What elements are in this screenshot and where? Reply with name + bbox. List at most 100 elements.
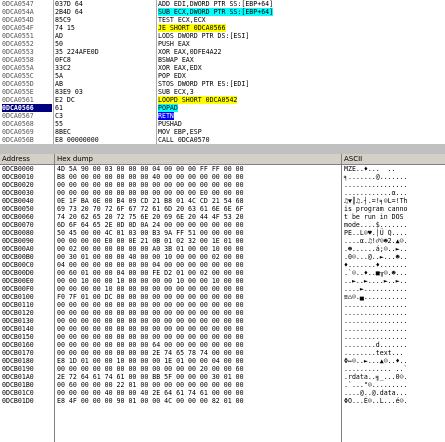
instruction-text: TEST ECX,ECX: [158, 16, 206, 24]
instruction-bytes: 2B4D 64: [55, 8, 83, 16]
instruction-text: LODS DWORD PTR DS:[ESI]: [158, 32, 250, 40]
dump-row[interactable]: 0DCB00C0 04 00 00 00 00 00 00 00 04 00 00…: [0, 261, 445, 269]
dump-row[interactable]: 0DCB0090 00 00 00 00 E0 00 0E 21 0B 01 02…: [0, 237, 445, 245]
dump-ascii: ................: [344, 309, 408, 317]
dump-row[interactable]: 0DCB0080 50 45 00 00 4C 01 03 00 B3 9A FF…: [0, 229, 445, 237]
disasm-row[interactable]: 0DCA0551 AD LODS DWORD PTR DS:[ESI]: [0, 32, 445, 40]
dump-row[interactable]: 0DCB00D0 00 60 01 00 00 04 00 00 FE D2 01…: [0, 269, 445, 277]
disasm-row[interactable]: 0DCA0568 55 PUSHAD: [0, 120, 445, 128]
disasm-row[interactable]: 0DCA0558 0FC8 BSWAP EAX: [0, 56, 445, 64]
dump-address: 0DCB0150: [2, 333, 34, 341]
dump-ascii: Φ↔☺..►...▲☺..♦..: [344, 357, 408, 365]
instruction-text: POP EDX: [158, 72, 186, 80]
disasm-row[interactable]: 0DCA0547 037D 64 ADD EDI,DWORD PTR SS:[EBP…: [0, 0, 445, 8]
instruction-text: PUSH EAX: [158, 40, 190, 48]
dump-hex-bytes: 00 60 00 00 00 22 01 00 00 00 00 00 00 0…: [57, 381, 244, 389]
dump-row[interactable]: 0DCB00A0 00 02 00 00 00 00 00 00 A0 3B 01…: [0, 245, 445, 253]
instruction-text: POPAD: [158, 104, 178, 112]
disasm-row[interactable]: 0DCA056B E8 00000000 CALL 0DCA0570: [0, 136, 445, 144]
dump-hex-bytes: 69 73 20 70 72 6F 67 72 61 6D 20 63 61 6…: [57, 205, 244, 213]
dump-row[interactable]: 0DCB01C0 00 00 00 00 40 00 00 40 2E 64 61…: [0, 389, 445, 397]
instruction-address: 0DCA0567: [2, 112, 34, 120]
instruction-address: 0DCA055E: [2, 88, 34, 96]
disasm-row[interactable]: 0DCA0561 E2 DC LOOPD SHORT 0DCA0542: [0, 96, 445, 104]
dump-address: 0DCB01C0: [2, 389, 34, 397]
dump-row[interactable]: 0DCB0130 00 00 00 00 00 00 00 00 00 00 00…: [0, 317, 445, 325]
disasm-row[interactable]: 0DCA0569 8BEC MOV EBP,ESP: [0, 128, 445, 136]
dump-ascii: ♦.......♦.......: [344, 261, 408, 269]
dump-hex-bytes: 4D 5A 90 00 03 00 00 00 04 00 00 00 FF F…: [57, 165, 244, 173]
dump-row[interactable]: 0DCB01A0 2E 72 64 61 74 61 00 00 BB 5F 00…: [0, 373, 445, 381]
disasm-row[interactable]: 0DCA054F 74 15 JE SHORT 0DCA0566: [0, 24, 445, 32]
instruction-text: BSWAP EAX: [158, 56, 194, 64]
dump-row[interactable]: 0DCB00E0 00 00 10 00 00 10 00 00 00 00 10…: [0, 277, 445, 285]
dump-hex-bytes: E8 1D 01 00 00 10 00 00 00 1E 01 00 00 0…: [57, 357, 244, 365]
dump-row[interactable]: 0DCB0190 00 00 00 00 00 00 00 00 00 00 00…: [0, 365, 445, 373]
dump-row[interactable]: 0DCB0000 4D 5A 90 00 03 00 00 00 04 00 00…: [0, 165, 445, 173]
column-header-hex[interactable]: Hex dump: [57, 155, 93, 163]
disasm-row[interactable]: 0DCA0552 50 PUSH EAX: [0, 40, 445, 48]
dump-hex-bytes: 00 60 01 00 00 04 00 00 FE D2 01 00 02 0…: [57, 269, 244, 277]
instruction-text: MOV EBP,ESP: [158, 128, 202, 136]
dump-hex-bytes: 00 30 01 00 00 00 40 00 00 10 00 00 00 0…: [57, 253, 244, 261]
dump-row[interactable]: 0DCB0010 B8 00 00 00 00 00 00 00 40 00 00…: [0, 173, 445, 181]
dump-row[interactable]: 0DCB0020 00 00 00 00 00 00 00 00 00 00 00…: [0, 181, 445, 189]
instruction-address: 0DCA0552: [2, 40, 34, 48]
dump-row[interactable]: 0DCB0150 00 00 00 00 00 00 00 00 00 00 00…: [0, 333, 445, 341]
dump-row[interactable]: 0DCB0060 74 20 62 65 20 72 75 6E 20 69 6E…: [0, 213, 445, 221]
disasm-row[interactable]: 0DCA055A 33C2 XOR EAX,EDX: [0, 64, 445, 72]
dump-row[interactable]: 0DCB0110 00 00 00 00 00 00 00 00 00 00 00…: [0, 301, 445, 309]
dump-row[interactable]: 0DCB0100 F0 7F 01 00 DC 00 00 00 00 00 00…: [0, 293, 445, 301]
instruction-bytes: 83E9 03: [55, 88, 83, 96]
dump-row[interactable]: 0DCB01B0 00 60 00 00 00 22 01 00 00 00 00…: [0, 381, 445, 389]
dump-address: 0DCB0160: [2, 341, 34, 349]
dump-pane[interactable]: Address Hex dump ASCII 0DCB0000 4D 5A 90 …: [0, 154, 445, 442]
dump-hex-bytes: 74 20 62 65 20 72 75 6E 20 69 6E 20 44 4…: [57, 213, 244, 221]
instruction-bytes: 50: [55, 40, 63, 48]
dump-row[interactable]: 0DCB0070 6D 6F 64 65 2E 0D 0D 0A 24 00 00…: [0, 221, 445, 229]
disasm-rows: 0DCA0547 037D 64 ADD EDI,DWORD PTR SS:[EBP…: [0, 0, 445, 144]
disasm-row[interactable]: 0DCA055D AB STOS DWORD PTR ES:[EDI]: [0, 80, 445, 88]
dump-ascii: ♫▼║♫.┤.=!╕☺L=!Th: [344, 197, 408, 205]
dump-row[interactable]: 0DCB0180 E8 1D 01 00 00 10 00 00 00 1E 01…: [0, 357, 445, 365]
dump-row[interactable]: 0DCB0170 00 00 00 00 00 00 00 00 2E 74 65…: [0, 349, 445, 357]
dump-hex-bytes: 2E 72 64 61 74 61 00 00 BB 5F 00 00 00 3…: [57, 373, 244, 381]
dump-row[interactable]: 0DCB00B0 00 30 01 00 00 00 40 00 00 10 00…: [0, 253, 445, 261]
dump-row[interactable]: 0DCB00F0 00 00 00 00 10 00 00 00 00 00 00…: [0, 285, 445, 293]
disasm-row-selected[interactable]: 0DCA0566 61 POPAD: [0, 104, 445, 112]
instruction-address: 0DCA054A: [2, 8, 34, 16]
dump-row[interactable]: 0DCB01D0 E8 4F 00 00 00 90 01 00 00 4C 00…: [0, 397, 445, 405]
disasm-row[interactable]: 0DCA0553 35 224AFE0D XOR EAX,0DFE4A22: [0, 48, 445, 56]
column-header-address[interactable]: Address: [2, 155, 30, 163]
dump-hex-bytes: 50 45 00 00 4C 01 03 00 B3 9A FF 51 00 0…: [57, 229, 244, 237]
dump-row[interactable]: 0DCB0160 00 00 00 00 00 00 00 00 64 00 00…: [0, 341, 445, 349]
dump-ascii: ....►...........: [344, 285, 408, 293]
dump-header: Address Hex dump ASCII: [0, 154, 445, 165]
dump-ascii: .`☺..♦..■╥☺.☻...: [344, 269, 408, 277]
disasm-row[interactable]: 0DCA054D 85C9 TEST ECX,ECX: [0, 16, 445, 24]
dump-hex-bytes: 00 00 00 00 00 00 00 00 00 00 00 00 E0 0…: [57, 189, 244, 197]
instruction-text: CALL 0DCA0570: [158, 136, 210, 144]
dump-hex-bytes: 00 00 00 00 00 00 00 00 00 00 00 00 00 0…: [57, 317, 244, 325]
dump-hex-bytes: 00 00 00 00 00 00 00 00 00 00 00 00 00 0…: [57, 181, 244, 189]
disasm-row[interactable]: 0DCA055C 5A POP EDX: [0, 72, 445, 80]
dump-hex-bytes: F0 7F 01 00 DC 00 00 00 00 00 00 00 00 0…: [57, 293, 244, 301]
dump-row[interactable]: 0DCB0050 69 73 20 70 72 6F 67 72 61 6D 20…: [0, 205, 445, 213]
column-header-ascii[interactable]: ASCII: [344, 155, 362, 163]
dump-address: 0DCB0110: [2, 301, 34, 309]
pane-splitter[interactable]: [0, 144, 445, 154]
disasm-row[interactable]: 0DCA0567 C3 RETN: [0, 112, 445, 120]
dump-row[interactable]: 0DCB0030 00 00 00 00 00 00 00 00 00 00 00…: [0, 189, 445, 197]
dump-hex-bytes: 00 00 00 00 00 00 00 00 00 00 00 00 00 0…: [57, 325, 244, 333]
instruction-bytes: 33C2: [55, 64, 71, 72]
dump-row[interactable]: 0DCB0120 00 00 00 00 00 00 00 00 00 00 00…: [0, 309, 445, 317]
disasm-row[interactable]: 0DCA054A 2B4D 64 SUB ECX,DWORD PTR SS:[EBP…: [0, 8, 445, 16]
dump-address: 0DCB0030: [2, 189, 34, 197]
disassembly-pane[interactable]: 0DCA0547 037D 64 ADD EDI,DWORD PTR SS:[EBP…: [0, 0, 445, 144]
dump-row[interactable]: 0DCB0140 00 00 00 00 00 00 00 00 00 00 00…: [0, 325, 445, 333]
dump-ascii: .☻......á;☺..►..: [344, 245, 408, 253]
disasm-row[interactable]: 0DCA055E 83E9 03 SUB ECX,3: [0, 88, 445, 96]
instruction-bytes: E2 DC: [55, 96, 75, 104]
dump-row[interactable]: 0DCB0040 0E 1F BA 0E 00 B4 09 CD 21 B8 01…: [0, 197, 445, 205]
instruction-bytes: 8BEC: [55, 128, 71, 136]
